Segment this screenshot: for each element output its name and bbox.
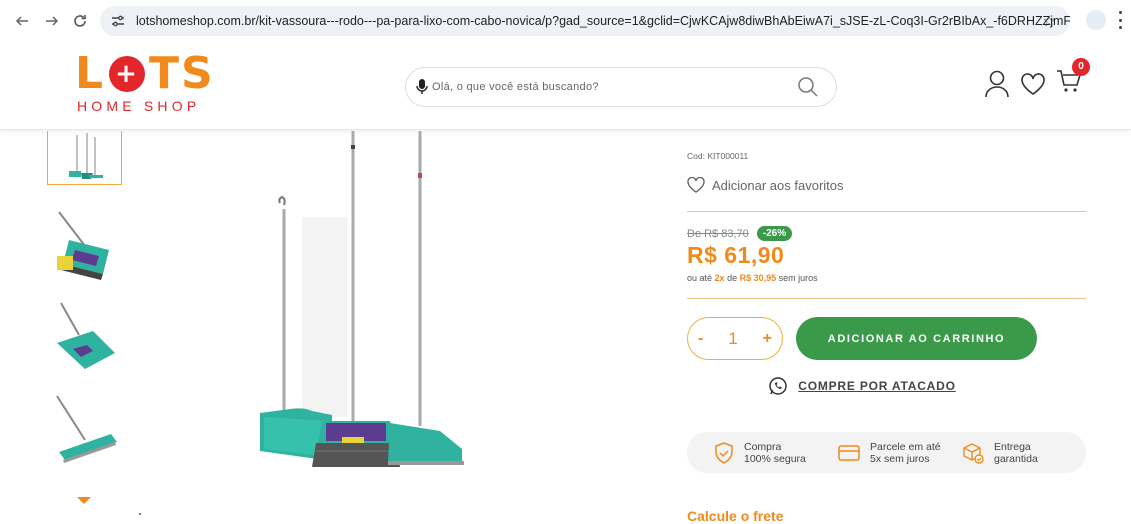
search-icon[interactable]: [796, 75, 820, 99]
heart-icon[interactable]: [1020, 72, 1046, 96]
user-icon[interactable]: [984, 70, 1010, 98]
url-text[interactable]: lotshomeshop.com.br/kit-vassoura---rodo-…: [136, 14, 1070, 28]
benefits-bar: Compra 100% segura Parcele em até 5x sem j…: [687, 432, 1086, 473]
product-code: Cod: KIT000011: [687, 151, 749, 161]
quantity-increase-button[interactable]: +: [763, 330, 772, 348]
divider: [687, 211, 1086, 212]
squeegee-thumbnail-image: [55, 395, 117, 463]
site-header: L + TS HOME SHOP 0: [0, 42, 1131, 130]
heart-icon: [687, 177, 705, 193]
divider: [687, 298, 1086, 299]
package-check-icon: [963, 442, 984, 464]
add-to-favorites-label: Adicionar aos favoritos: [712, 177, 844, 193]
installments-value: R$ 30,95: [739, 273, 777, 283]
shield-check-icon: [715, 441, 733, 464]
arrow-left-icon: [15, 16, 28, 26]
microphone-icon[interactable]: [416, 79, 428, 95]
star-icon[interactable]: ☆: [1043, 12, 1056, 30]
quantity-decrease-button[interactable]: -: [698, 330, 703, 348]
browser-toolbar: lotshomeshop.com.br/kit-vassoura---rodo-…: [0, 0, 1131, 42]
benefit-installments: Parcele em até 5x sem juros: [838, 441, 962, 465]
broom-thumbnail-image: [56, 211, 109, 280]
price-row: De R$ 83,70 -26%: [687, 226, 1087, 241]
logo[interactable]: L + TS HOME SHOP: [75, 52, 215, 115]
add-to-cart-button[interactable]: ADICIONAR AO CARRINHO: [796, 317, 1037, 360]
search-input[interactable]: [432, 81, 796, 93]
quantity-value[interactable]: 1: [728, 329, 737, 349]
forward-button[interactable]: [40, 9, 64, 33]
reload-button[interactable]: [68, 9, 92, 33]
product-info: Cod: KIT000011 Adicionar aos favoritos D…: [687, 131, 1087, 473]
thumbnail-4[interactable]: [47, 389, 122, 475]
decorative-dot: [139, 513, 141, 515]
installments-count: 2x: [714, 273, 725, 283]
cart-count-badge: 0: [1072, 58, 1090, 76]
reload-icon: [74, 15, 86, 27]
add-to-favorites-link[interactable]: Adicionar aos favoritos: [687, 177, 1087, 193]
product-main-image[interactable]: [250, 131, 475, 471]
logo-subtitle: HOME SHOP: [77, 98, 201, 114]
wholesale-label: COMPRE POR ATACADO: [798, 379, 956, 393]
arrow-right-icon: [46, 16, 59, 26]
address-bar[interactable]: lotshomeshop.com.br/kit-vassoura---rodo-…: [100, 6, 1070, 36]
header-actions: 0: [984, 58, 1090, 99]
cart-button[interactable]: 0: [1056, 58, 1090, 99]
logo-plus-circle: +: [109, 56, 146, 92]
extension-icon[interactable]: [1086, 10, 1106, 30]
discount-badge: -26%: [756, 226, 793, 241]
site-settings-icon[interactable]: [110, 13, 126, 29]
installments-text: ou até 2x de R$ 30,95 sem juros: [687, 273, 818, 283]
whatsapp-icon: [769, 377, 787, 395]
thumbnail-1[interactable]: [47, 131, 122, 185]
current-price: R$ 61,90: [687, 242, 785, 268]
wholesale-link[interactable]: COMPRE POR ATACADO: [687, 376, 1037, 396]
product-thumbnails: [47, 131, 123, 504]
thumbnail-scroll-down-icon[interactable]: [77, 497, 91, 504]
credit-card-icon: [838, 444, 860, 461]
product-kit-thumbnail-image: [68, 132, 103, 179]
buy-row: - 1 + ADICIONAR AO CARRINHO: [687, 317, 1087, 360]
quantity-stepper: - 1 +: [687, 317, 783, 360]
old-price: De R$ 83,70: [687, 227, 749, 240]
benefit-delivery: Entrega garantida: [962, 441, 1086, 465]
search-bar: [405, 67, 837, 107]
back-button[interactable]: [10, 9, 34, 33]
browser-menu-button[interactable]: [1118, 11, 1122, 29]
thumbnail-3[interactable]: [47, 296, 122, 382]
shipping-calculator-title: Calcule o frete: [687, 508, 784, 524]
benefit-secure: Compra 100% segura: [714, 441, 838, 465]
dustpan-thumbnail-image: [56, 302, 115, 369]
thumbnail-2[interactable]: [47, 203, 122, 289]
